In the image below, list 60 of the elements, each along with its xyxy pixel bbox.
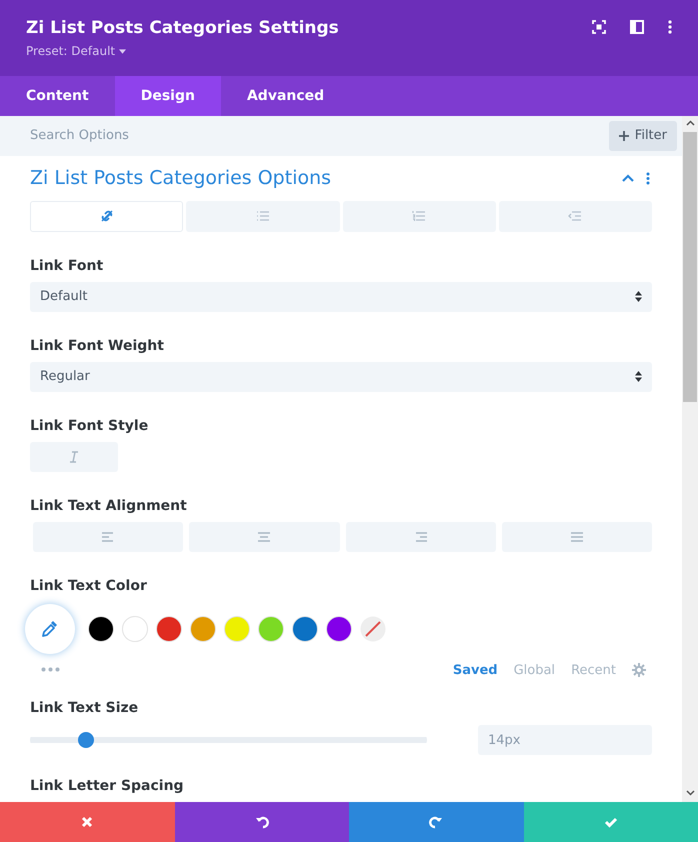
filter-button[interactable]: Filter — [608, 121, 677, 151]
color-swatch[interactable] — [190, 616, 216, 642]
sort-arrows-icon — [635, 291, 642, 302]
tab[interactable]: Content — [0, 76, 115, 116]
more-icon[interactable] — [668, 20, 672, 34]
alignment-button[interactable] — [346, 522, 496, 552]
scroll-down-icon[interactable] — [686, 790, 694, 796]
window-title: Zi List Posts Categories Settings — [26, 17, 339, 40]
color-swatch[interactable] — [224, 616, 250, 642]
color-swatch[interactable] — [326, 616, 352, 642]
field-label: Link Font Weight — [30, 336, 165, 354]
preset-dropdown[interactable]: Preset: Default — [26, 41, 339, 61]
option-tab[interactable] — [342, 200, 496, 232]
split-view-icon[interactable] — [630, 20, 644, 34]
more-icon[interactable] — [646, 172, 650, 185]
color-swatch[interactable] — [122, 616, 148, 642]
option-tab[interactable] — [30, 200, 184, 232]
select-dropdown[interactable]: Default — [30, 282, 652, 312]
field-label: Link Text Alignment — [30, 496, 188, 514]
plus-icon — [618, 131, 629, 141]
caret-icon — [119, 48, 126, 54]
color-swatch[interactable] — [292, 616, 318, 642]
no-color-swatch[interactable] — [360, 616, 386, 642]
check-icon — [604, 815, 618, 829]
tab[interactable]: Design — [114, 76, 221, 116]
align-center-icon — [257, 530, 272, 542]
alignment-button[interactable] — [502, 522, 652, 552]
color-swatch[interactable] — [88, 616, 114, 642]
undo-icon — [254, 815, 269, 829]
settings-icon[interactable] — [632, 663, 646, 678]
scrollbar[interactable] — [682, 116, 698, 802]
scroll-up-icon[interactable] — [686, 120, 694, 126]
size-input[interactable]: 14px — [478, 725, 652, 755]
justify-icon — [570, 530, 584, 542]
field-label: Link Font — [30, 256, 104, 274]
field-label: Link Letter Spacing — [30, 777, 185, 795]
search-field[interactable]: Search Options — [30, 126, 330, 146]
fullscreen-icon[interactable] — [592, 20, 606, 34]
align-left-icon — [101, 530, 116, 542]
italic-icon — [69, 450, 79, 462]
color-swatch[interactable] — [258, 616, 284, 642]
color-swatch[interactable] — [156, 616, 182, 642]
select-dropdown[interactable]: Regular — [30, 362, 652, 392]
option-tab[interactable] — [498, 200, 652, 232]
collapse-icon[interactable] — [622, 174, 634, 182]
sort-arrows-icon — [635, 371, 642, 382]
scroll-thumb[interactable] — [683, 132, 697, 402]
close-icon — [80, 815, 94, 829]
alignment-button[interactable] — [33, 522, 184, 552]
section-title: Zi List Posts Categories Options — [30, 166, 332, 192]
tab[interactable]: Advanced — [220, 76, 350, 116]
field-label: Link Text Size — [30, 699, 140, 717]
palette-tab[interactable]: Saved — [452, 660, 498, 680]
italic-button[interactable] — [30, 442, 118, 472]
align-right-icon — [414, 530, 428, 542]
field-label: Link Font Style — [30, 416, 150, 434]
field-label: Link Text Color — [30, 576, 148, 594]
redo-icon — [429, 815, 444, 829]
eyedropper-button[interactable] — [25, 604, 75, 654]
slider-thumb[interactable] — [78, 732, 94, 748]
